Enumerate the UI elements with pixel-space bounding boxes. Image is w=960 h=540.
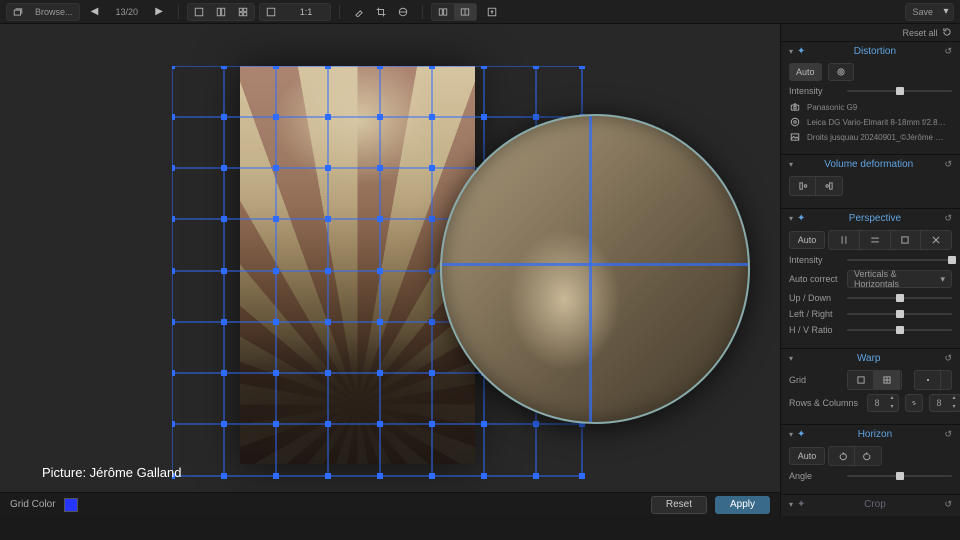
chevron-down-icon: ▾ (940, 274, 945, 285)
image-credit: Picture: Jérôme Galland (42, 465, 181, 480)
updown-slider[interactable] (847, 292, 952, 304)
collapse-toggle[interactable]: ▾ (789, 47, 793, 56)
magic-icon: ✦ (797, 46, 805, 57)
magnifier-loupe[interactable] (440, 114, 750, 424)
image-counter: 13/20 (110, 7, 145, 17)
collapse-toggle[interactable]: ▾ (789, 430, 793, 439)
panel-reset-button[interactable]: ↺ (944, 429, 952, 440)
perspective-auto-button[interactable]: Auto (789, 231, 825, 249)
perspective-intensity-slider[interactable] (847, 254, 952, 266)
browse-button[interactable]: Browse... (6, 3, 80, 21)
crop-tool-button[interactable] (370, 4, 392, 20)
collapse-toggle[interactable]: ▾ (789, 214, 793, 223)
warp-constrain-line-button[interactable] (941, 371, 952, 389)
prev-image-button[interactable]: ◀ (84, 4, 106, 20)
collapse-toggle[interactable]: ▾ (789, 160, 793, 169)
grid-color-label: Grid Color (10, 499, 56, 510)
panel-horizon: ▾ ✦ Horizon ↺ Auto Angle (781, 425, 960, 495)
warp-grid-none-button[interactable] (848, 371, 874, 389)
warp-cols-stepper[interactable]: 8 ▴▾ (929, 394, 960, 412)
distortion-intensity-slider[interactable] (847, 85, 952, 97)
save-button[interactable]: Save ▾ (905, 3, 954, 21)
perspective-rectangle-button[interactable] (891, 231, 922, 249)
step-up-icon: ▴ (886, 394, 898, 403)
horizon-tool-button[interactable] (392, 4, 414, 20)
lens-icon (789, 116, 801, 128)
horizon-auto-button[interactable]: Auto (789, 447, 825, 465)
reset-all-button[interactable]: Reset all (781, 24, 960, 42)
image-icon (789, 131, 801, 143)
grid-color-swatch[interactable] (64, 498, 78, 512)
warp-rows-stepper[interactable]: 8 ▴▾ (867, 394, 899, 412)
compare-split-button[interactable] (454, 4, 476, 20)
camera-meta: Panasonic G9 (789, 101, 952, 113)
layout-grid-button[interactable] (232, 4, 254, 20)
picker-tool-button[interactable] (348, 4, 370, 20)
hvratio-slider[interactable] (847, 324, 952, 336)
magic-icon: ✦ (797, 429, 805, 440)
warp-grid-show-button[interactable] (874, 371, 900, 389)
distortion-manual-button[interactable] (828, 63, 854, 81)
step-up-icon: ▴ (948, 394, 960, 403)
camera-icon (789, 101, 801, 113)
panel-volume-deformation: ▾ Volume deformation ↺ (781, 155, 960, 209)
export-button[interactable] (481, 4, 503, 20)
panel-reset-button[interactable]: ↺ (944, 213, 952, 224)
perspective-8point-button[interactable] (921, 231, 951, 249)
horizon-angle-slider[interactable] (847, 470, 952, 482)
zoom-1-1-button[interactable]: 1:1 (282, 4, 330, 20)
panel-perspective: ▾ ✦ Perspective ↺ Auto Intensity Auto c (781, 209, 960, 349)
panel-crop: ▾ ✦ Crop ↺ Auto (781, 495, 960, 516)
collapse-toggle[interactable]: ▾ (789, 354, 793, 363)
fit-button[interactable] (260, 4, 282, 20)
next-image-button[interactable]: ▶ (148, 4, 170, 20)
step-down-icon: ▾ (886, 403, 898, 412)
perspective-verticals-button[interactable] (829, 231, 860, 249)
volume-mode-b-button[interactable] (816, 177, 842, 195)
stack-icon (7, 4, 29, 20)
autocorrect-select[interactable]: Verticals & Horizontals ▾ (847, 270, 952, 288)
layout-split-button[interactable] (210, 4, 232, 20)
layout-single-button[interactable] (188, 4, 210, 20)
warp-grid-diag-button[interactable] (900, 371, 902, 389)
reset-button[interactable]: Reset (651, 496, 707, 514)
panel-reset-button[interactable]: ↺ (944, 353, 952, 364)
horizon-rotate-ccw-button[interactable] (829, 447, 855, 465)
volume-mode-a-button[interactable] (790, 177, 816, 195)
magic-icon: ✦ (797, 213, 805, 224)
compare-off-button[interactable] (432, 4, 454, 20)
panel-reset-button[interactable]: ↺ (944, 159, 952, 170)
warp-constrain-none-button[interactable] (915, 371, 941, 389)
top-toolbar: Browse... ◀ 13/20 ▶ 1:1 Save ▾ (0, 0, 960, 24)
rights-meta: Droits jusquau 20240901_©Jérôme Galland.… (789, 131, 952, 143)
panel-reset-button[interactable]: ↺ (944, 499, 952, 510)
panel-warp: ▾ Warp ↺ Grid Rows & Columns (781, 349, 960, 425)
perspective-horizontals-button[interactable] (860, 231, 891, 249)
canvas-area[interactable]: Picture: Jérôme Galland 748 x 844 px Gri… (0, 24, 780, 516)
chevron-down-icon: ▾ (939, 4, 953, 20)
link-icon[interactable] (905, 394, 923, 412)
horizon-rotate-cw-button[interactable] (855, 447, 881, 465)
lens-meta: Leica DG Vario-Elmarit 8-18mm f/2.8-4 AS… (789, 116, 952, 128)
bottom-bar: Grid Color Reset Apply (0, 492, 780, 516)
panel-distortion: ▾ ✦ Distortion ↺ Auto Intensity Panasoni… (781, 42, 960, 155)
distortion-auto-button[interactable]: Auto (789, 63, 822, 81)
step-down-icon: ▾ (948, 403, 960, 412)
leftright-slider[interactable] (847, 308, 952, 320)
magic-icon: ✦ (797, 499, 805, 510)
right-sidebar: Reset all ▾ ✦ Distortion ↺ Auto Intensit… (780, 24, 960, 516)
panel-reset-button[interactable]: ↺ (944, 46, 952, 57)
apply-button[interactable]: Apply (715, 496, 770, 514)
reset-icon (942, 27, 952, 37)
collapse-toggle[interactable]: ▾ (789, 500, 793, 509)
